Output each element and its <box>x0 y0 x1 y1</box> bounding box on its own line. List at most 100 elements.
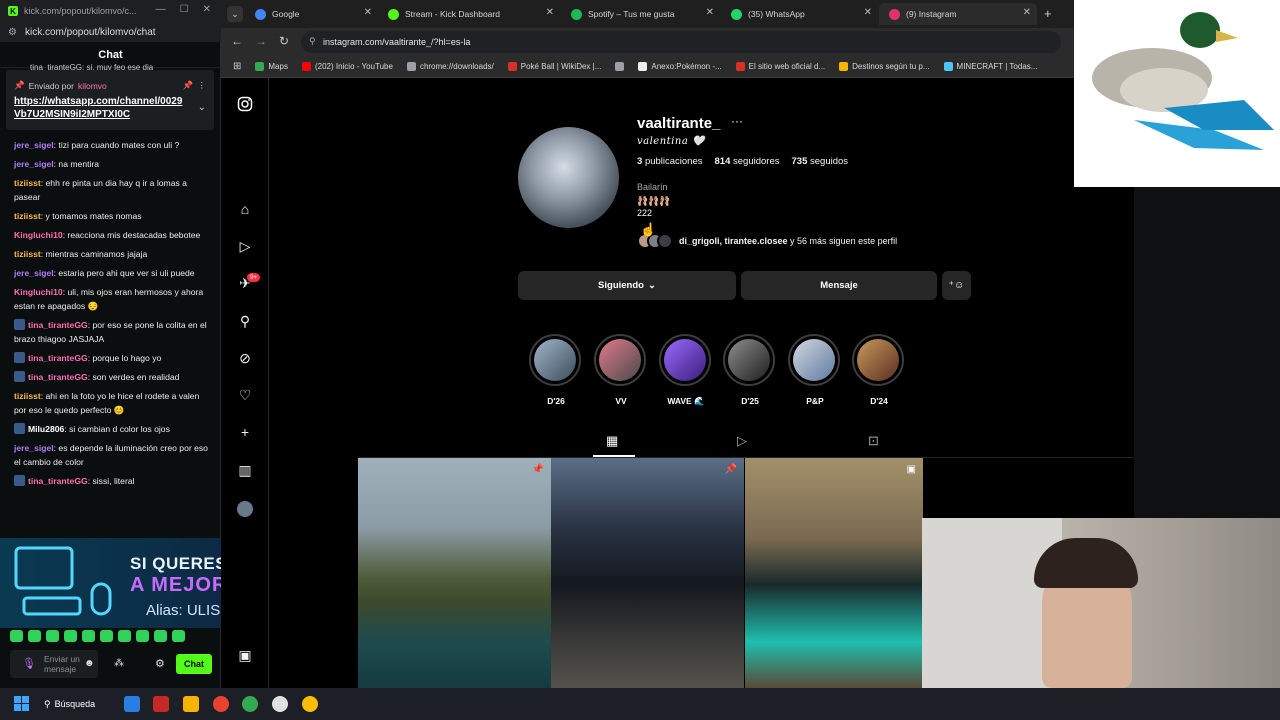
dashboard-icon[interactable]: ▥ <box>237 462 253 478</box>
post-thumbnail[interactable]: 📌 <box>358 458 551 688</box>
pinned-link[interactable]: https://whatsapp.com/channel/0029Vb7U2MS… <box>14 95 189 121</box>
emote-icon[interactable] <box>154 630 167 642</box>
reload-icon[interactable]: ↻ <box>279 34 289 48</box>
create-icon[interactable]: + <box>237 424 253 440</box>
close-icon[interactable]: ✕ <box>203 4 211 15</box>
address-bar[interactable]: ⚲ instagram.com/vaaltirante_/?hl=es-la <box>301 31 1061 53</box>
microphone-icon[interactable]: 🎙 <box>22 657 36 670</box>
emote-icon[interactable] <box>100 630 113 642</box>
commands-icon[interactable]: ⁂ <box>114 658 124 669</box>
story-highlight[interactable]: WAVE 🌊 <box>659 334 713 407</box>
chat-username[interactable]: tina_tiranteGG <box>28 476 88 486</box>
browser-tab[interactable]: (9) Instagram ✕ <box>879 3 1037 25</box>
emote-icon[interactable] <box>46 630 59 642</box>
back-icon[interactable]: ← <box>231 34 243 48</box>
bookmark-item[interactable]: Anexo:Pokémon -... <box>638 62 722 71</box>
bookmark-item[interactable]: MINECRAFT | Todas... <box>943 62 1037 71</box>
tab-close-icon[interactable]: ✕ <box>864 7 872 18</box>
bookmark-item[interactable]: Maps <box>255 62 288 71</box>
posts-grid-icon[interactable]: ▦ <box>606 433 618 449</box>
tab-close-icon[interactable]: ✕ <box>1023 7 1031 18</box>
chrome-alt-icon[interactable] <box>302 696 318 712</box>
chat-username[interactable]: tiziisst <box>14 391 41 401</box>
app-icon[interactable] <box>153 696 169 712</box>
chat-username[interactable]: jere_sigel <box>14 268 54 278</box>
emote-icon[interactable] <box>118 630 131 642</box>
chat-username[interactable]: tiziisst <box>14 211 41 221</box>
explore-icon[interactable]: ⊘ <box>237 350 253 366</box>
story-highlight[interactable]: VV <box>594 334 648 406</box>
windows-start-icon[interactable] <box>14 696 29 711</box>
mutual-followers[interactable]: di_grigoli, tirantee.closee y 56 más sig… <box>637 233 897 249</box>
chat-username[interactable]: Milu2806 <box>28 424 64 434</box>
tagged-tab-icon[interactable]: ⊡ <box>868 433 879 449</box>
emote-icon[interactable] <box>136 630 149 642</box>
chat-username[interactable]: jere_sigel <box>14 443 54 453</box>
story-highlight[interactable]: P&P <box>788 334 842 406</box>
more-options-icon[interactable]: ⋮ <box>198 80 207 91</box>
bookmark-item[interactable]: chrome://downloads/ <box>406 62 494 71</box>
bookmark-item[interactable]: El sitio web oficial d... <box>735 62 825 71</box>
chat-username[interactable]: tina_tiranteGG <box>28 353 88 363</box>
new-tab-icon[interactable]: + <box>1044 6 1052 21</box>
tab-close-icon[interactable]: ✕ <box>706 7 714 18</box>
followers-count[interactable]: 814 seguidores <box>715 156 780 167</box>
profile-avatar[interactable] <box>518 127 619 228</box>
following-count[interactable]: 735 seguidos <box>792 156 849 167</box>
chrome-icon[interactable] <box>213 696 229 712</box>
taskbar-search[interactable]: ⚲ Búsqueda <box>44 694 110 714</box>
forward-icon[interactable]: → <box>255 34 267 48</box>
apps-icon[interactable]: ⊞ <box>233 61 241 72</box>
reels-tab-icon[interactable]: ▷ <box>737 433 747 449</box>
story-highlight[interactable]: D'25 <box>723 334 777 406</box>
task-view-icon[interactable] <box>124 696 140 712</box>
emote-icon[interactable] <box>82 630 95 642</box>
chat-username[interactable]: Kingluchi10 <box>14 230 63 240</box>
emote-icon[interactable] <box>28 630 41 642</box>
browser-tab[interactable]: Stream - Kick Dashboard ✕ <box>378 3 560 25</box>
tab-search-icon[interactable]: ⌄ <box>227 6 243 22</box>
browser-tab[interactable]: (35) WhatsApp ✕ <box>721 3 878 25</box>
story-highlight[interactable]: D'24 <box>852 334 906 406</box>
settings-icon[interactable]: ⚙ <box>155 657 165 670</box>
story-highlight[interactable]: D'26 <box>529 334 583 406</box>
chat-username[interactable]: Kingluchi10 <box>14 287 63 297</box>
post-thumbnail[interactable]: 📌 <box>551 458 744 688</box>
emote-icon[interactable] <box>10 630 23 642</box>
post-thumbnail[interactable]: ▣ <box>745 458 923 688</box>
site-info-icon[interactable]: ⚲ <box>309 36 316 47</box>
emote-icon[interactable] <box>64 630 77 642</box>
unpin-icon[interactable]: 📌 <box>183 80 194 91</box>
tab-close-icon[interactable]: ✕ <box>364 7 372 18</box>
browser-tab[interactable]: Spotify – Tus me gusta ✕ <box>561 3 720 25</box>
pinned-message[interactable]: 📌 Enviado por kilomvo 📌 ⋮ https://whatsa… <box>6 70 214 130</box>
bookmark-item[interactable] <box>615 62 625 71</box>
chat-username[interactable]: tiziisst <box>14 249 41 259</box>
chat-username[interactable]: jere_sigel <box>14 140 54 150</box>
chat-username[interactable]: tiziisst <box>14 178 41 188</box>
profile-options-icon[interactable]: ··· <box>731 114 743 128</box>
tab-close-icon[interactable]: ✕ <box>546 7 554 18</box>
chat-username[interactable]: tina_tiranteGG <box>28 320 88 330</box>
obs-icon[interactable] <box>272 696 288 712</box>
bookmark-item[interactable]: Poké Ball | WikiDex |... <box>507 62 601 71</box>
home-icon[interactable]: ⌂ <box>237 201 253 217</box>
chat-url-bar[interactable]: ⚙ kick.com/popout/kilomvo/chat <box>0 22 221 42</box>
chat-username[interactable]: tina_tiranteGG <box>28 372 88 382</box>
message-button[interactable]: Mensaje <box>741 271 937 300</box>
add-person-icon[interactable]: ⁺☺ <box>942 271 971 300</box>
emoji-icon[interactable]: ☻ <box>84 658 95 669</box>
file-explorer-icon[interactable] <box>183 696 199 712</box>
chevron-down-icon[interactable]: ⌄ <box>198 102 206 113</box>
profile-avatar-icon[interactable] <box>237 501 253 517</box>
reels-icon[interactable]: ▷ <box>237 238 253 254</box>
notifications-heart-icon[interactable]: ♡ <box>237 387 253 403</box>
browser-tab[interactable]: Google ✕ <box>245 3 378 25</box>
chrome-profile-icon[interactable] <box>242 696 258 712</box>
minimize-icon[interactable]: — <box>156 4 166 15</box>
emote-icon[interactable] <box>172 630 185 642</box>
search-icon[interactable]: ⚲ <box>237 313 253 329</box>
more-menu-icon[interactable]: ▣ <box>237 647 253 663</box>
following-button[interactable]: Siguiendo ⌄ <box>518 271 736 300</box>
instagram-logo-icon[interactable] <box>237 96 253 112</box>
